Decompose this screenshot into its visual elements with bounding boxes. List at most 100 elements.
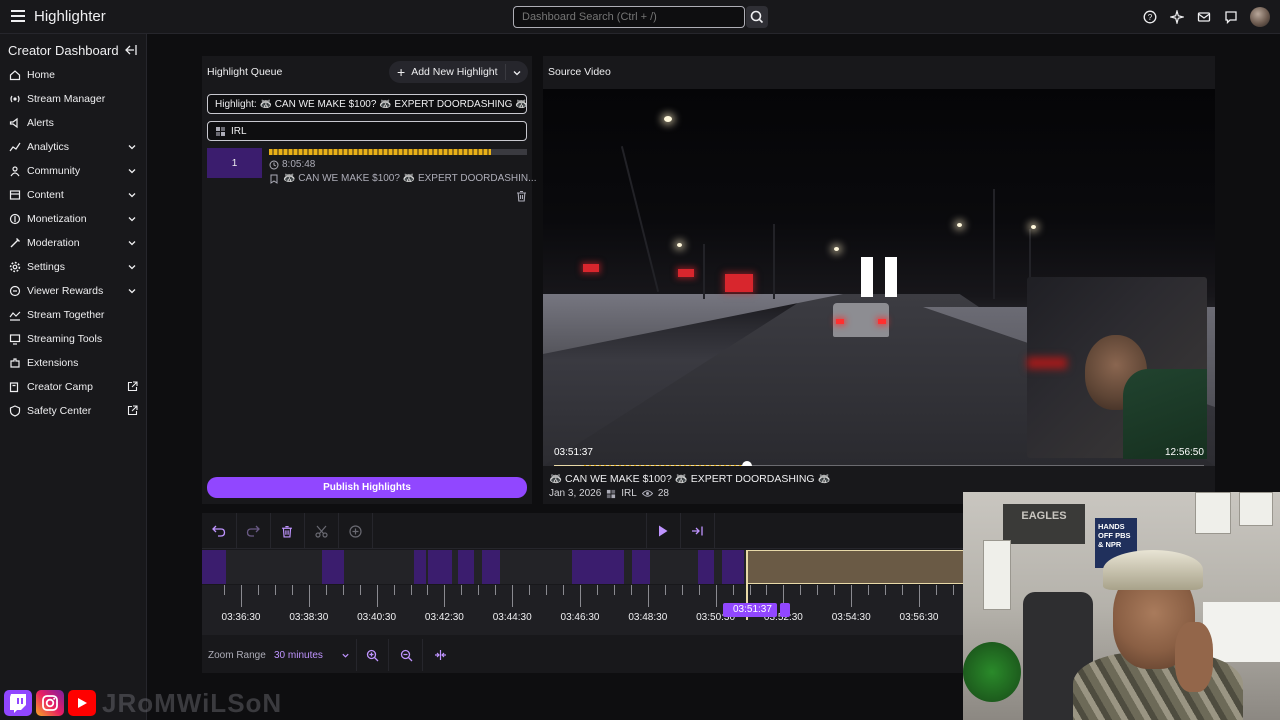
zoom-range-select[interactable]: 30 minutes bbox=[274, 645, 354, 665]
video-scrubber[interactable] bbox=[554, 461, 1204, 466]
timeline-segment[interactable] bbox=[322, 550, 344, 584]
zoom-out-icon[interactable] bbox=[395, 644, 417, 666]
pause-icon[interactable] bbox=[861, 257, 899, 297]
ruler-tick bbox=[291, 585, 293, 595]
sidebar-item-label: Creator Camp bbox=[27, 381, 93, 393]
sidebar-item-community[interactable]: Community bbox=[0, 159, 147, 183]
sidebar-item-analytics[interactable]: Analytics bbox=[0, 135, 147, 159]
delete-segment-icon[interactable] bbox=[276, 520, 298, 542]
ruler-tick bbox=[715, 585, 717, 607]
sidebar-item-extensions[interactable]: Extensions bbox=[0, 351, 147, 375]
wall-poster bbox=[1239, 492, 1273, 526]
ruler-tick bbox=[495, 585, 497, 595]
ruler-tick bbox=[851, 585, 853, 607]
ruler-tick bbox=[630, 585, 632, 595]
video-player[interactable]: 03:51:37 12:56:50 2X bbox=[543, 89, 1215, 466]
publish-highlights-button[interactable]: Publish Highlights bbox=[207, 477, 527, 498]
timeline-segment[interactable] bbox=[698, 550, 714, 584]
scissors-icon[interactable] bbox=[310, 520, 332, 542]
plant bbox=[963, 642, 1021, 702]
menu-icon[interactable] bbox=[8, 7, 28, 27]
chevron-down-icon bbox=[127, 213, 137, 223]
chevron-down-icon[interactable] bbox=[512, 67, 522, 77]
sidebar-item-monetization[interactable]: Monetization bbox=[0, 207, 147, 231]
timeline-segment[interactable] bbox=[458, 550, 474, 584]
chat-icon[interactable] bbox=[1223, 9, 1239, 25]
sidebar-item-moderation[interactable]: Moderation bbox=[0, 231, 147, 255]
redo-icon[interactable] bbox=[242, 520, 264, 542]
ruler-tick bbox=[308, 585, 310, 607]
sidebar-item-safety-center[interactable]: Safety Center bbox=[0, 399, 147, 423]
current-time: 03:51:37 bbox=[554, 447, 593, 458]
chevron-down-icon bbox=[127, 141, 137, 151]
zoom-range-value: 30 minutes bbox=[274, 649, 323, 661]
store-sign bbox=[583, 264, 599, 272]
sidebar-item-settings[interactable]: Settings bbox=[0, 255, 147, 279]
video-date: Jan 3, 2026 bbox=[549, 488, 602, 499]
timeline-play-icon[interactable] bbox=[652, 520, 674, 542]
sidebar-item-label: Stream Together bbox=[27, 309, 105, 321]
timeline-segment[interactable] bbox=[632, 550, 650, 584]
video-webcam-overlay bbox=[1027, 277, 1207, 459]
plus-icon: + bbox=[397, 64, 406, 80]
sidebar-item-stream-together[interactable]: Stream Together bbox=[0, 303, 147, 327]
youtube-icon bbox=[68, 690, 96, 716]
collapse-sidebar-icon[interactable] bbox=[124, 43, 138, 57]
sidebar-item-alerts[interactable]: Alerts bbox=[0, 111, 147, 135]
search-input[interactable] bbox=[513, 6, 745, 28]
skip-to-end-icon[interactable] bbox=[686, 520, 708, 542]
sidebar: Creator Dashboard Home Stream Manager Aler… bbox=[0, 34, 147, 720]
sidebar-item-stream-manager[interactable]: Stream Manager bbox=[0, 87, 147, 111]
sidebar-item-viewer-rewards[interactable]: Viewer Rewards bbox=[0, 279, 147, 303]
timeline-segment[interactable] bbox=[722, 550, 744, 584]
category-field[interactable]: IRL bbox=[207, 121, 527, 141]
ruler-tick bbox=[274, 585, 276, 595]
timeline-segment[interactable] bbox=[428, 550, 452, 584]
video-scene-pole bbox=[773, 224, 775, 299]
ruler-tick bbox=[241, 585, 242, 607]
inbox-icon[interactable] bbox=[1196, 9, 1212, 25]
sidebar-item-home[interactable]: Home bbox=[0, 63, 147, 87]
ruler-tick-label: 03:48:30 bbox=[628, 612, 668, 623]
sidebar-item-content[interactable]: Content bbox=[0, 183, 147, 207]
user-avatar[interactable] bbox=[1250, 7, 1270, 27]
scrubber-handle[interactable] bbox=[742, 461, 753, 466]
playhead-handle[interactable] bbox=[780, 603, 790, 617]
timeline-segment[interactable] bbox=[482, 550, 500, 584]
ruler-tick bbox=[834, 585, 836, 595]
category-value: IRL bbox=[231, 125, 247, 137]
clip-progress-bar bbox=[269, 149, 527, 155]
timeline-segment[interactable] bbox=[202, 550, 226, 584]
search-button[interactable] bbox=[746, 6, 768, 28]
add-marker-icon[interactable] bbox=[344, 520, 366, 542]
timeline-segment[interactable] bbox=[414, 550, 426, 584]
highlight-title-field[interactable]: Highlight: 🦝 CAN WE MAKE $100? 🦝 EXPERT … bbox=[207, 94, 527, 114]
sidebar-item-creator-camp[interactable]: Creator Camp bbox=[0, 375, 147, 399]
delete-clip-icon[interactable] bbox=[516, 190, 527, 202]
ruler-tick-label: 03:42:30 bbox=[424, 612, 464, 623]
ruler-tick bbox=[749, 585, 751, 595]
ruler-tick bbox=[868, 585, 870, 595]
toolbar-divider bbox=[270, 513, 271, 549]
video-scene-pole bbox=[620, 145, 660, 293]
ruler-tick bbox=[919, 585, 920, 607]
ruler-tick bbox=[732, 585, 734, 595]
video-title: 🦝 CAN WE MAKE $100? 🦝 EXPERT DOORDASHING… bbox=[549, 472, 831, 485]
sidebar-item-label: Viewer Rewards bbox=[27, 285, 104, 297]
eye-icon bbox=[641, 490, 653, 497]
fit-timeline-icon[interactable] bbox=[429, 644, 451, 666]
timeline-segment[interactable] bbox=[572, 550, 624, 584]
stream-together-icon bbox=[9, 309, 21, 321]
gamepad-icon bbox=[607, 489, 616, 498]
sidebar-item-label: Stream Manager bbox=[27, 93, 106, 105]
queue-clip[interactable]: 1 8:05:48 🦝 CAN WE MAKE $100? 🦝 EXPERT D… bbox=[207, 148, 537, 204]
sparkle-icon[interactable] bbox=[1169, 9, 1185, 25]
undo-icon[interactable] bbox=[208, 520, 230, 542]
street-light bbox=[677, 243, 682, 247]
help-icon[interactable]: ? bbox=[1142, 9, 1158, 25]
zoom-in-icon[interactable] bbox=[361, 644, 383, 666]
playhead-time-label[interactable]: 03:51:37 bbox=[723, 603, 777, 617]
sidebar-item-streaming-tools[interactable]: Streaming Tools bbox=[0, 327, 147, 351]
streaming-tools-icon bbox=[9, 333, 21, 345]
add-new-highlight-button[interactable]: + Add New Highlight bbox=[389, 61, 528, 83]
